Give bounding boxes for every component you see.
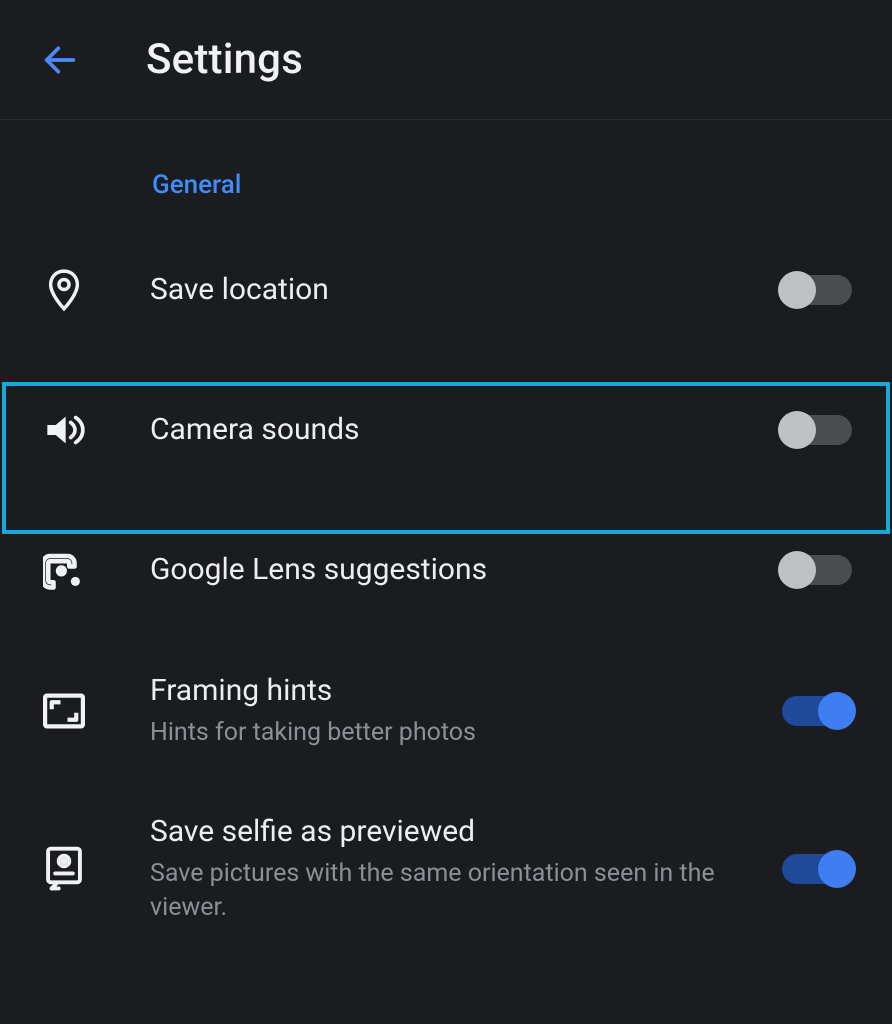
row-subtitle: Hints for taking better photos xyxy=(150,716,762,750)
row-framing-hints[interactable]: Framing hints Hints for taking better ph… xyxy=(0,640,892,781)
arrow-left-icon xyxy=(40,40,80,80)
row-label: Google Lens suggestions xyxy=(150,551,782,589)
row-title: Google Lens suggestions xyxy=(150,551,762,589)
selfie-mirror-icon xyxy=(40,846,88,892)
row-label: Save location xyxy=(150,271,782,309)
row-label: Save selfie as previewed Save pictures w… xyxy=(150,813,782,924)
toggle-camera-sounds[interactable] xyxy=(782,415,852,445)
aspect-ratio-icon xyxy=(40,693,88,729)
row-camera-sounds[interactable]: Camera sounds xyxy=(0,360,892,500)
page-title: Settings xyxy=(146,35,303,84)
toggle-knob xyxy=(818,692,856,730)
row-label: Framing hints Hints for taking better ph… xyxy=(150,672,782,749)
row-title: Save selfie as previewed xyxy=(150,813,762,851)
row-save-selfie[interactable]: Save selfie as previewed Save pictures w… xyxy=(0,781,892,956)
lens-icon xyxy=(40,549,88,591)
toggle-knob xyxy=(778,551,816,589)
row-label: Camera sounds xyxy=(150,411,782,449)
row-title: Framing hints xyxy=(150,672,762,710)
row-title: Camera sounds xyxy=(150,411,762,449)
location-pin-icon xyxy=(40,268,88,312)
toggle-google-lens[interactable] xyxy=(782,555,852,585)
toggle-knob xyxy=(818,850,856,888)
row-title: Save location xyxy=(150,271,762,309)
section-header-general: General xyxy=(0,120,892,220)
volume-icon xyxy=(40,410,88,450)
row-save-location[interactable]: Save location xyxy=(0,220,892,360)
row-google-lens[interactable]: Google Lens suggestions xyxy=(0,500,892,640)
toggle-knob xyxy=(778,411,816,449)
toggle-knob xyxy=(778,271,816,309)
back-button[interactable] xyxy=(36,36,84,84)
toggle-framing-hints[interactable] xyxy=(782,696,852,726)
row-subtitle: Save pictures with the same orientation … xyxy=(150,857,762,925)
settings-screen: Settings General Save location Camera xyxy=(0,0,892,1024)
titlebar: Settings xyxy=(0,0,892,120)
toggle-save-selfie[interactable] xyxy=(782,854,852,884)
toggle-save-location[interactable] xyxy=(782,275,852,305)
